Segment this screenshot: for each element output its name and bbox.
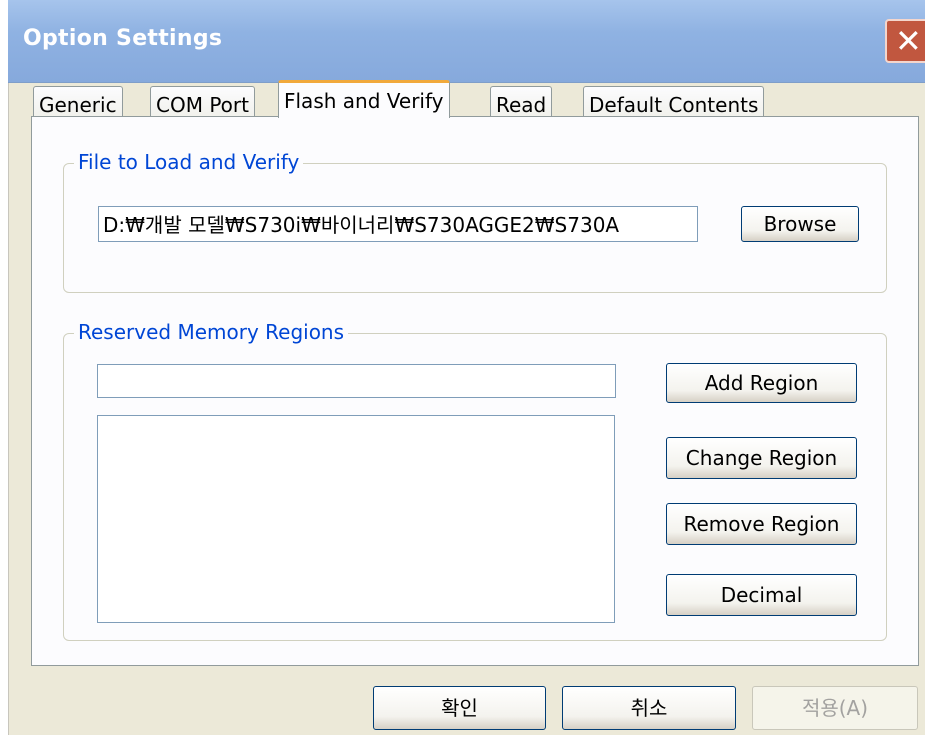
change-region-label: Change Region	[685, 446, 838, 470]
tab-label: Flash and Verify	[284, 89, 444, 113]
add-region-label: Add Region	[704, 371, 819, 395]
decimal-button[interactable]: Decimal	[666, 574, 857, 616]
file-to-load-label: File to Load and Verify	[74, 150, 304, 174]
window-title: Option Settings	[23, 26, 223, 51]
add-region-button[interactable]: Add Region	[666, 363, 857, 403]
tab-label: Read	[496, 93, 547, 117]
tab-label: COM Port	[156, 93, 249, 117]
close-button[interactable]: ✕	[885, 19, 925, 63]
ok-label: 확인	[441, 696, 478, 720]
region-input[interactable]	[97, 364, 616, 398]
reserved-memory-label: Reserved Memory Regions	[74, 320, 349, 344]
cancel-label: 취소	[630, 696, 668, 720]
remove-region-label: Remove Region	[683, 512, 840, 536]
browse-button[interactable]: Browse	[741, 206, 859, 242]
close-icon: ✕	[895, 22, 922, 60]
remove-region-button[interactable]: Remove Region	[666, 503, 857, 545]
change-region-button[interactable]: Change Region	[666, 437, 857, 479]
tab-flash-and-verify[interactable]: Flash and Verify	[278, 80, 450, 118]
tab-default-contents[interactable]: Default Contents	[583, 86, 765, 120]
background-window-edge	[0, 0, 9, 735]
apply-label: 적용(A)	[801, 696, 869, 720]
tab-generic[interactable]: Generic	[33, 86, 123, 120]
browse-label: Browse	[763, 212, 837, 236]
tab-label: Default Contents	[589, 93, 759, 117]
cancel-button[interactable]: 취소	[562, 686, 736, 730]
decimal-label: Decimal	[720, 583, 803, 607]
region-list[interactable]	[97, 415, 615, 623]
tab-label: Generic	[39, 93, 117, 117]
ok-button[interactable]: 확인	[373, 686, 546, 730]
apply-button[interactable]: 적용(A)	[752, 686, 918, 730]
title-bar[interactable]: Option Settings	[8, 0, 925, 83]
tab-com-port[interactable]: COM Port	[150, 86, 255, 120]
file-path-input[interactable]: D:₩개발 모델₩S730i₩바이너리₩S730AGGE2₩S730A	[98, 206, 698, 242]
tab-read[interactable]: Read	[490, 86, 553, 120]
